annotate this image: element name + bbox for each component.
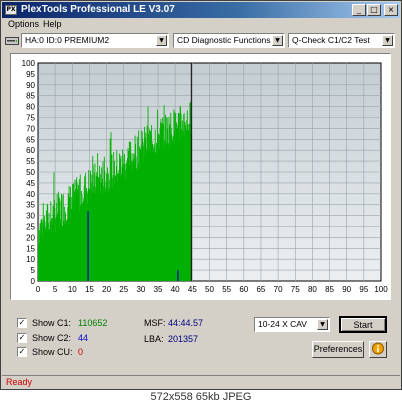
- x-tick-label: 55: [222, 285, 231, 294]
- msf-value: 44:44.57: [168, 318, 204, 328]
- y-tick-label: 60: [26, 146, 35, 155]
- results-panel: ✓ Show C1: 110652 ✓ Show C2: 44 ✓ Show C…: [10, 309, 391, 363]
- y-tick-label: 40: [26, 190, 35, 199]
- y-tick-label: 100: [22, 59, 36, 68]
- speed-select-value: 10-24 X CAV: [258, 319, 307, 329]
- title-bar[interactable]: PX PlexTools Professional LE V3.07 _ □ ×: [2, 2, 400, 18]
- x-tick-label: 100: [374, 285, 388, 294]
- c1-c2-chart: 0510152025303540455055606570758085909510…: [22, 59, 389, 294]
- chevron-down-icon[interactable]: ▼: [317, 319, 328, 330]
- cu-count: 0: [78, 347, 84, 357]
- y-tick-label: 85: [26, 92, 35, 101]
- window-title: PlexTools Professional LE V3.07: [21, 4, 175, 15]
- x-tick-label: 60: [239, 285, 248, 294]
- y-tick-label: 30: [26, 212, 35, 221]
- test-select[interactable]: Q-Check C1/C2 Test ▼: [288, 33, 395, 48]
- function-select[interactable]: CD Diagnostic Functions ▼: [173, 33, 285, 48]
- x-tick-label: 95: [359, 285, 368, 294]
- c1-count: 110652: [78, 318, 108, 328]
- c2-count: 44: [78, 333, 89, 343]
- x-tick-label: 40: [171, 285, 180, 294]
- y-tick-label: 70: [26, 124, 35, 133]
- show-c2-checkbox[interactable]: ✓: [17, 333, 27, 343]
- x-tick-label: 20: [102, 285, 111, 294]
- show-cu-label[interactable]: Show CU:: [32, 347, 73, 357]
- show-c1-checkbox[interactable]: ✓: [17, 318, 27, 328]
- menu-options[interactable]: Options: [8, 19, 39, 29]
- show-cu-checkbox[interactable]: ✓: [17, 347, 27, 357]
- menu-bar: Options Help: [2, 18, 400, 32]
- chevron-down-icon[interactable]: ▼: [382, 35, 393, 46]
- x-tick-label: 25: [119, 285, 128, 294]
- x-tick-label: 50: [205, 285, 214, 294]
- show-c2-label[interactable]: Show C2:: [32, 333, 71, 343]
- drive-select[interactable]: HA:0 ID:0 PREMIUM2 ▼: [21, 33, 169, 48]
- y-tick-label: 35: [26, 201, 35, 210]
- menu-help[interactable]: Help: [43, 19, 62, 29]
- y-tick-label: 65: [26, 135, 35, 144]
- maximize-button[interactable]: □: [367, 4, 381, 16]
- y-tick-label: 45: [26, 179, 35, 188]
- x-tick-label: 70: [274, 285, 283, 294]
- x-tick-label: 75: [291, 285, 300, 294]
- image-caption: 572x558 65kb JPEG: [150, 391, 252, 403]
- app-icon: PX: [5, 5, 17, 15]
- close-button[interactable]: ×: [384, 4, 398, 16]
- y-tick-label: 5: [31, 266, 36, 275]
- x-tick-label: 5: [53, 285, 58, 294]
- function-select-value: CD Diagnostic Functions: [177, 35, 271, 45]
- y-tick-label: 95: [26, 70, 35, 79]
- chevron-down-icon[interactable]: ▼: [272, 35, 283, 46]
- info-button[interactable]: [369, 341, 387, 358]
- preferences-button[interactable]: Preferences: [312, 341, 364, 358]
- status-text: Ready: [6, 377, 33, 387]
- msf-label: MSF:: [144, 318, 166, 328]
- x-tick-label: 45: [188, 285, 197, 294]
- y-tick-label: 80: [26, 103, 35, 112]
- y-tick-label: 55: [26, 157, 35, 166]
- x-tick-label: 15: [85, 285, 94, 294]
- status-bar: Ready: [2, 375, 400, 389]
- y-tick-label: 25: [26, 223, 35, 232]
- application-window: PX PlexTools Professional LE V3.07 _ □ ×…: [0, 0, 402, 390]
- y-tick-label: 20: [26, 233, 35, 242]
- x-tick-label: 10: [68, 285, 77, 294]
- test-select-value: Q-Check C1/C2 Test: [292, 35, 370, 45]
- show-c1-label[interactable]: Show C1:: [32, 318, 71, 328]
- y-tick-label: 90: [26, 81, 35, 90]
- minimize-button[interactable]: _: [352, 4, 366, 16]
- y-tick-label: 10: [26, 255, 35, 264]
- y-tick-label: 50: [26, 168, 35, 177]
- toolbar: HA:0 ID:0 PREMIUM2 ▼ CD Diagnostic Funct…: [2, 32, 400, 50]
- chevron-down-icon[interactable]: ▼: [156, 35, 167, 46]
- cd-drive-icon: [5, 37, 19, 45]
- speed-select[interactable]: 10-24 X CAV ▼: [254, 317, 330, 332]
- info-icon: [372, 342, 384, 355]
- drive-select-value: HA:0 ID:0 PREMIUM2: [25, 35, 110, 45]
- chart-panel: 0 5 10 15 20 25 30 35 40 45 50 55 60 65 70 75 80 85 90 95 10…: [10, 53, 391, 300]
- lba-value: 201357: [168, 334, 199, 344]
- x-tick-label: 90: [342, 285, 351, 294]
- x-tick-label: 30: [136, 285, 145, 294]
- start-button[interactable]: Start: [339, 316, 387, 333]
- x-tick-label: 65: [256, 285, 265, 294]
- x-tick-label: 0: [36, 285, 41, 294]
- x-tick-label: 35: [154, 285, 163, 294]
- x-tick-label: 85: [325, 285, 334, 294]
- lba-label: LBA:: [144, 334, 164, 344]
- y-tick-label: 75: [26, 114, 35, 123]
- x-tick-label: 80: [308, 285, 317, 294]
- y-tick-label: 15: [26, 244, 35, 253]
